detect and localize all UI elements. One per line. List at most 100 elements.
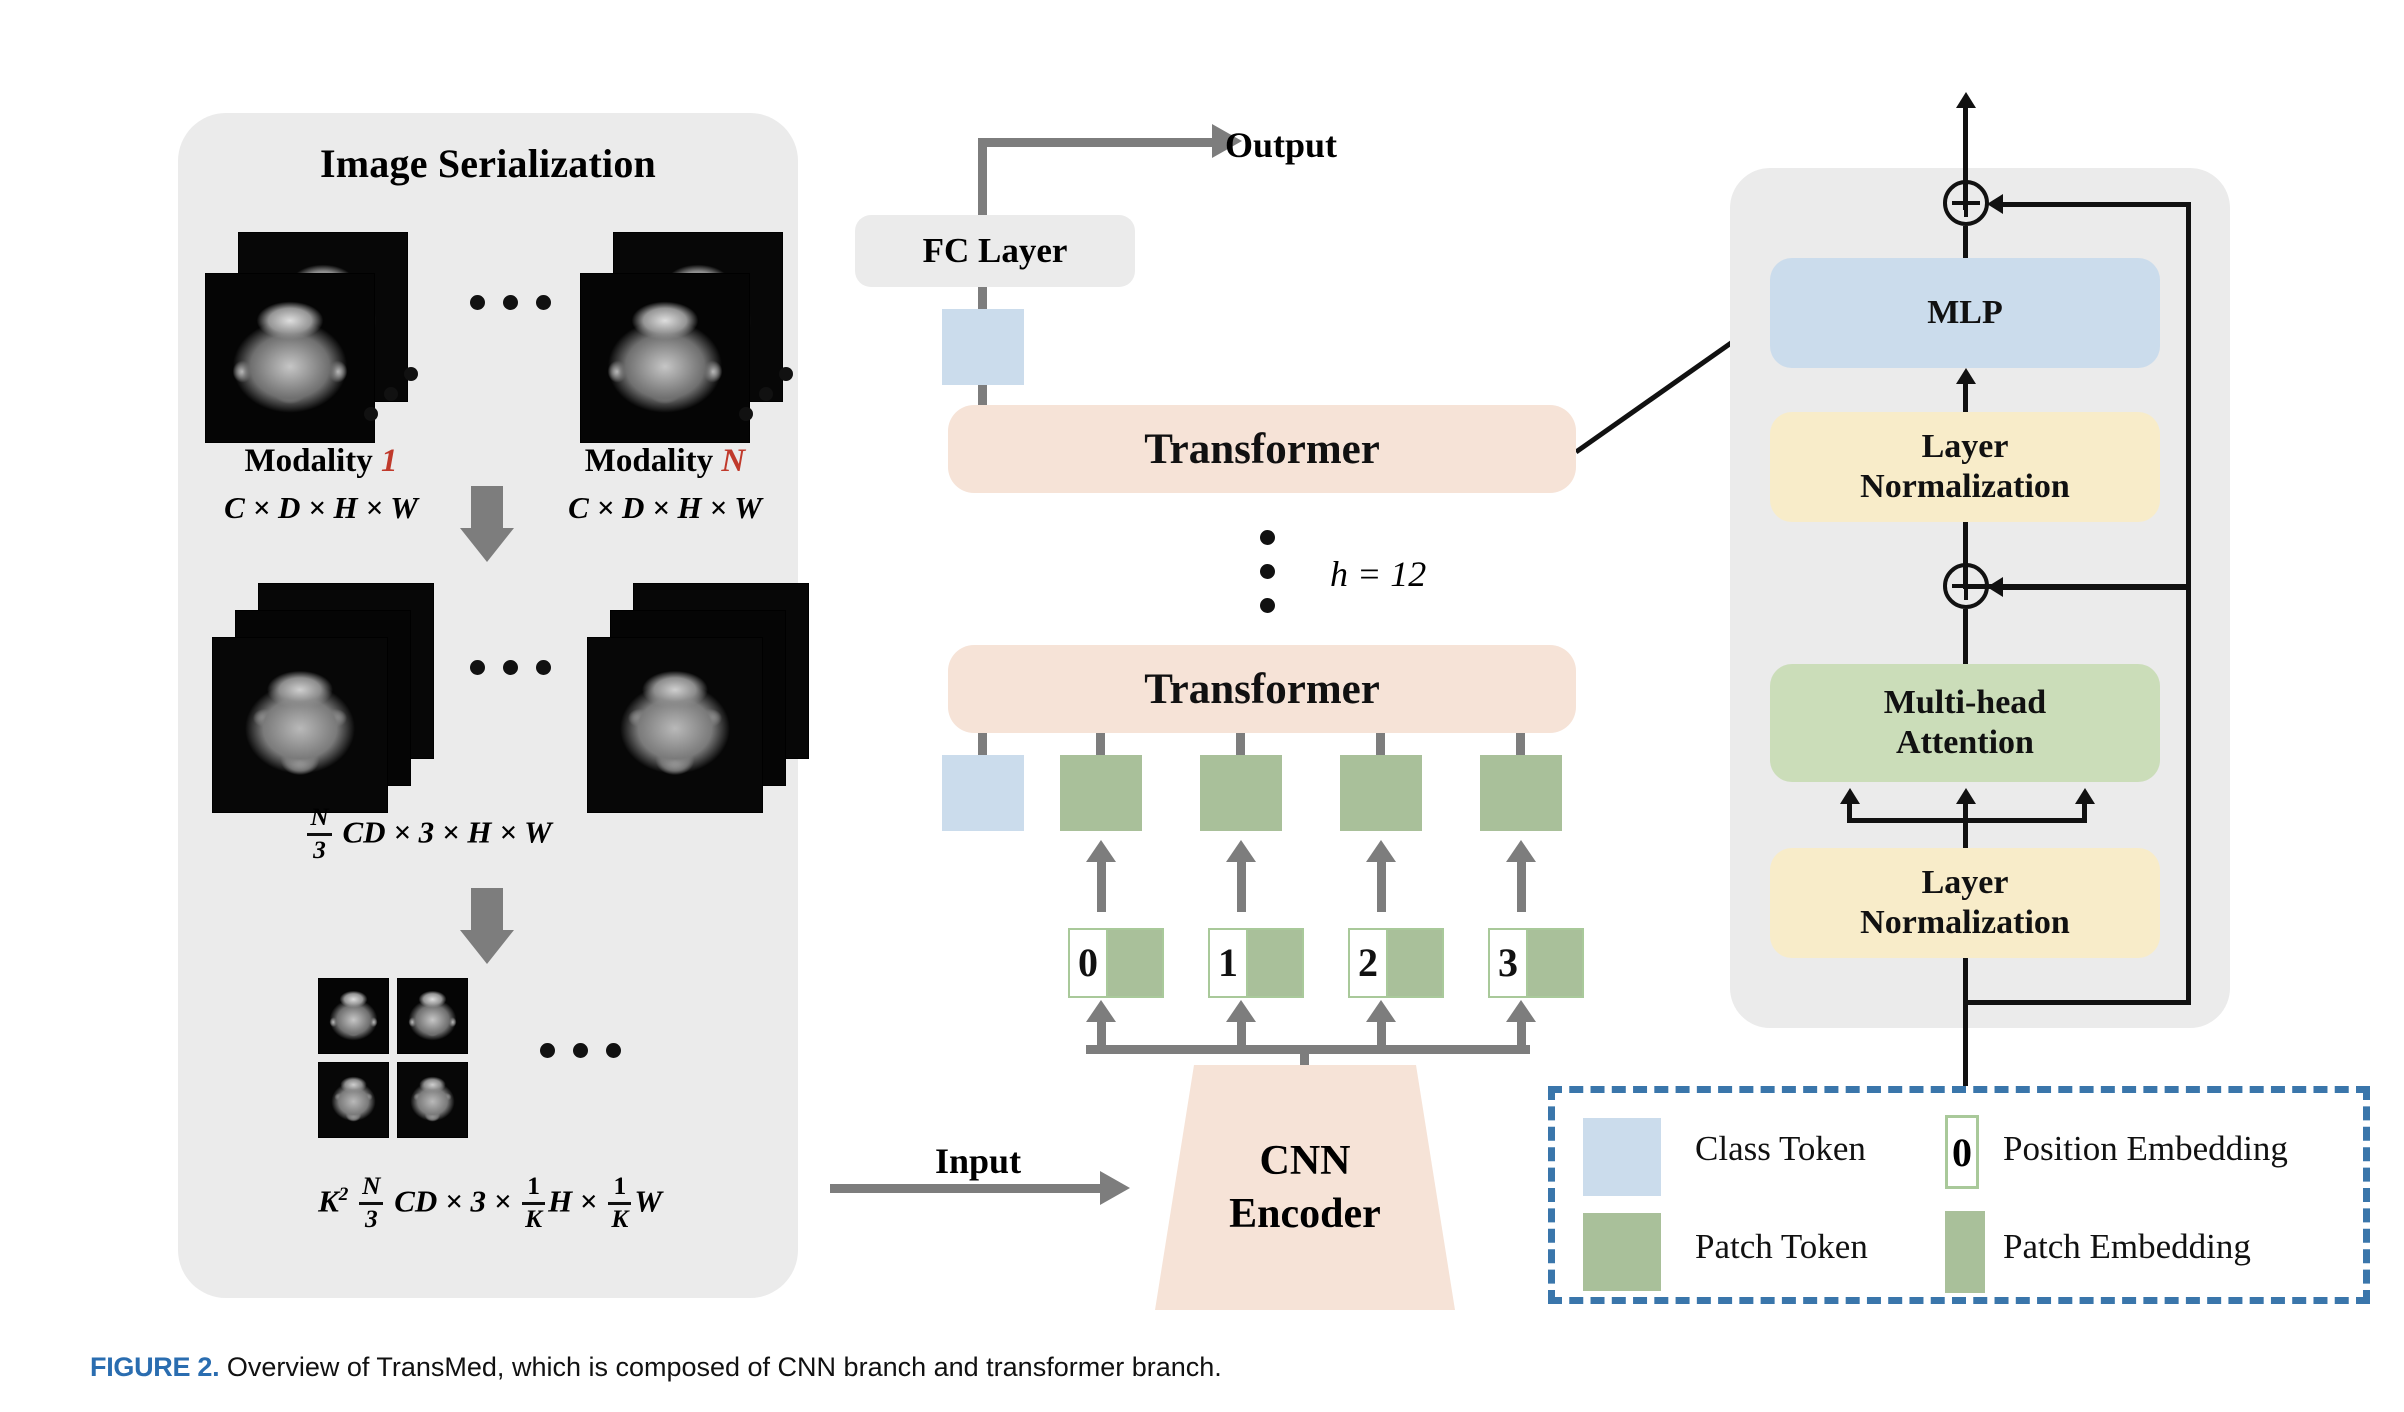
modality-1-label: Modality 1 — [196, 443, 446, 480]
mri-slice — [580, 273, 750, 443]
mri-slice — [587, 637, 763, 813]
figure-caption-text: Overview of TransMed, which is composed … — [226, 1352, 1222, 1382]
detail-spine-bottom — [1963, 958, 1968, 1088]
position-embedding-1: 1 — [1208, 928, 1248, 998]
patched-shape-formula: K2 N 3 CD × 3 × 1 K H × 1 K W — [180, 1172, 800, 1234]
stack-ellipsis — [352, 363, 432, 443]
detail-leader-line — [1576, 330, 1743, 460]
legend-label-position-embedding: Position Embedding — [2003, 1129, 2288, 1168]
serialization-down-arrow-2 — [460, 888, 514, 964]
embedding-to-token-arrow-3 — [1506, 840, 1536, 912]
skip-bottom-top — [2000, 585, 2190, 590]
cnn-to-embedding-arrow-1 — [1226, 1000, 1256, 1048]
one-over-k-denominator: K — [611, 1204, 629, 1233]
position-embedding-3: 3 — [1488, 928, 1528, 998]
embedding-to-token-arrow-1 — [1226, 840, 1256, 912]
add-to-mlp-line — [1963, 226, 1968, 260]
image-serialization-title: Image Serialization — [320, 141, 656, 186]
skip-top-arrow — [1987, 194, 2003, 214]
patched-fraction-numerator: N — [362, 1172, 381, 1200]
multi-head-attention-block[interactable]: Multi-head Attention — [1770, 664, 2160, 782]
cnn-bus-stem — [1300, 1045, 1309, 1067]
merged-fraction-denominator: 3 — [313, 835, 326, 864]
patch-embedding-3 — [1528, 928, 1584, 998]
output-label: Output — [1225, 125, 1338, 165]
layer-norm-line2: Normalization — [1860, 904, 2070, 941]
embedding-to-token-arrow-2 — [1366, 840, 1396, 912]
modality-1-prefix: Modality — [244, 443, 373, 479]
qkv-center-arrow — [1956, 788, 1976, 804]
legend-label-class-token: Class Token — [1695, 1129, 1866, 1168]
serialization-down-arrow-1 — [460, 486, 514, 562]
patch-token-2 — [1340, 755, 1422, 831]
cnn-encoder-line1: CNN — [1259, 1138, 1351, 1184]
transformer-block-bottom[interactable]: Transformer — [948, 645, 1576, 733]
mlp-block[interactable]: MLP — [1770, 258, 2160, 368]
class-token-top — [942, 309, 1024, 385]
legend-swatch-patch-token — [1583, 1213, 1661, 1291]
legend-box: Class Token 0 Position Embedding Patch T… — [1548, 1086, 2370, 1304]
cnn-encoder-block[interactable]: CNN Encoder — [1155, 1065, 1455, 1310]
merged-ellipsis — [470, 660, 551, 675]
ln-to-mlp-arrow — [1956, 368, 1976, 384]
position-embedding-0: 0 — [1068, 928, 1108, 998]
merged-fraction: N 3 — [307, 803, 332, 864]
modality-n-label: Modality N — [540, 443, 790, 480]
modality-1-index: 1 — [381, 443, 398, 479]
patch-token-1 — [1200, 755, 1282, 831]
skip-bottom-arrow — [1987, 577, 2003, 597]
k-squared-base: K — [318, 1183, 339, 1219]
one-over-k-second: 1 K — [608, 1173, 632, 1233]
patch-embedding-0 — [1108, 928, 1164, 998]
modality-n-shape: C × D × H × W — [568, 490, 762, 525]
legend-label-patch-token: Patch Token — [1695, 1227, 1868, 1266]
merged-fraction-numerator: N — [310, 803, 329, 831]
token-to-transformer-connector — [978, 385, 987, 407]
patch-embedding-1 — [1248, 928, 1304, 998]
cnn-encoder-line2: Encoder — [1229, 1190, 1381, 1237]
output-connector-horizontal — [978, 138, 1224, 147]
image-patch — [397, 978, 468, 1054]
modality-n-prefix: Modality — [584, 443, 714, 479]
legend-swatch-patch-embedding — [1945, 1211, 1985, 1293]
figure-canvas: Image Serialization Modality 1 Modality … — [0, 0, 2404, 1412]
patched-fraction-denominator: 3 — [364, 1204, 378, 1233]
token-connector — [1096, 733, 1105, 755]
modality-ellipsis — [470, 295, 551, 310]
residual-add-top — [1943, 180, 1989, 226]
layer-norm-line1: Layer — [1921, 863, 2009, 901]
layer-norm-line2: Normalization — [1860, 468, 2070, 505]
qkv-center-stem — [1963, 800, 1968, 848]
patched-h: H — [548, 1183, 573, 1219]
fc-layer-block[interactable]: FC Layer — [855, 215, 1135, 287]
input-arrow-head — [1100, 1171, 1130, 1205]
embedding-0: 0 — [1068, 928, 1164, 998]
transformer-depth-label: h = 12 — [1330, 554, 1427, 594]
transformer-block-top[interactable]: Transformer — [948, 405, 1576, 493]
mri-slice — [205, 273, 375, 443]
patch-embedding-2 — [1388, 928, 1444, 998]
layer-normalization-bottom[interactable]: Layer Normalization — [1770, 848, 2160, 958]
layer-normalization-top[interactable]: Layer Normalization — [1770, 412, 2160, 522]
position-embedding-2: 2 — [1348, 928, 1388, 998]
qkv-left-arrow — [1840, 788, 1860, 804]
patch-token-0 — [1060, 755, 1142, 831]
patched-w: W — [634, 1183, 662, 1219]
token-connector — [978, 733, 987, 755]
embedding-3: 3 — [1488, 928, 1584, 998]
patched-times: × — [579, 1183, 598, 1219]
residual-add-bottom — [1943, 563, 1989, 609]
patched-image — [318, 978, 468, 1138]
patched-fraction: N 3 — [359, 1172, 384, 1233]
mha-line1: Multi-head — [1883, 683, 2047, 721]
patch-token-3 — [1480, 755, 1562, 831]
embedding-to-token-arrow-0 — [1086, 840, 1116, 912]
output-connector-vertical — [978, 138, 987, 218]
image-patch — [397, 1062, 468, 1138]
cnn-to-embedding-arrow-2 — [1366, 1000, 1396, 1048]
layer-norm-line1: Layer — [1921, 427, 2009, 465]
class-token-bottom — [942, 755, 1024, 831]
legend-swatch-position-embedding: 0 — [1945, 1115, 1979, 1189]
token-connector — [1236, 733, 1245, 755]
merged-shape-tail: CD × 3 × H × W — [342, 814, 552, 850]
